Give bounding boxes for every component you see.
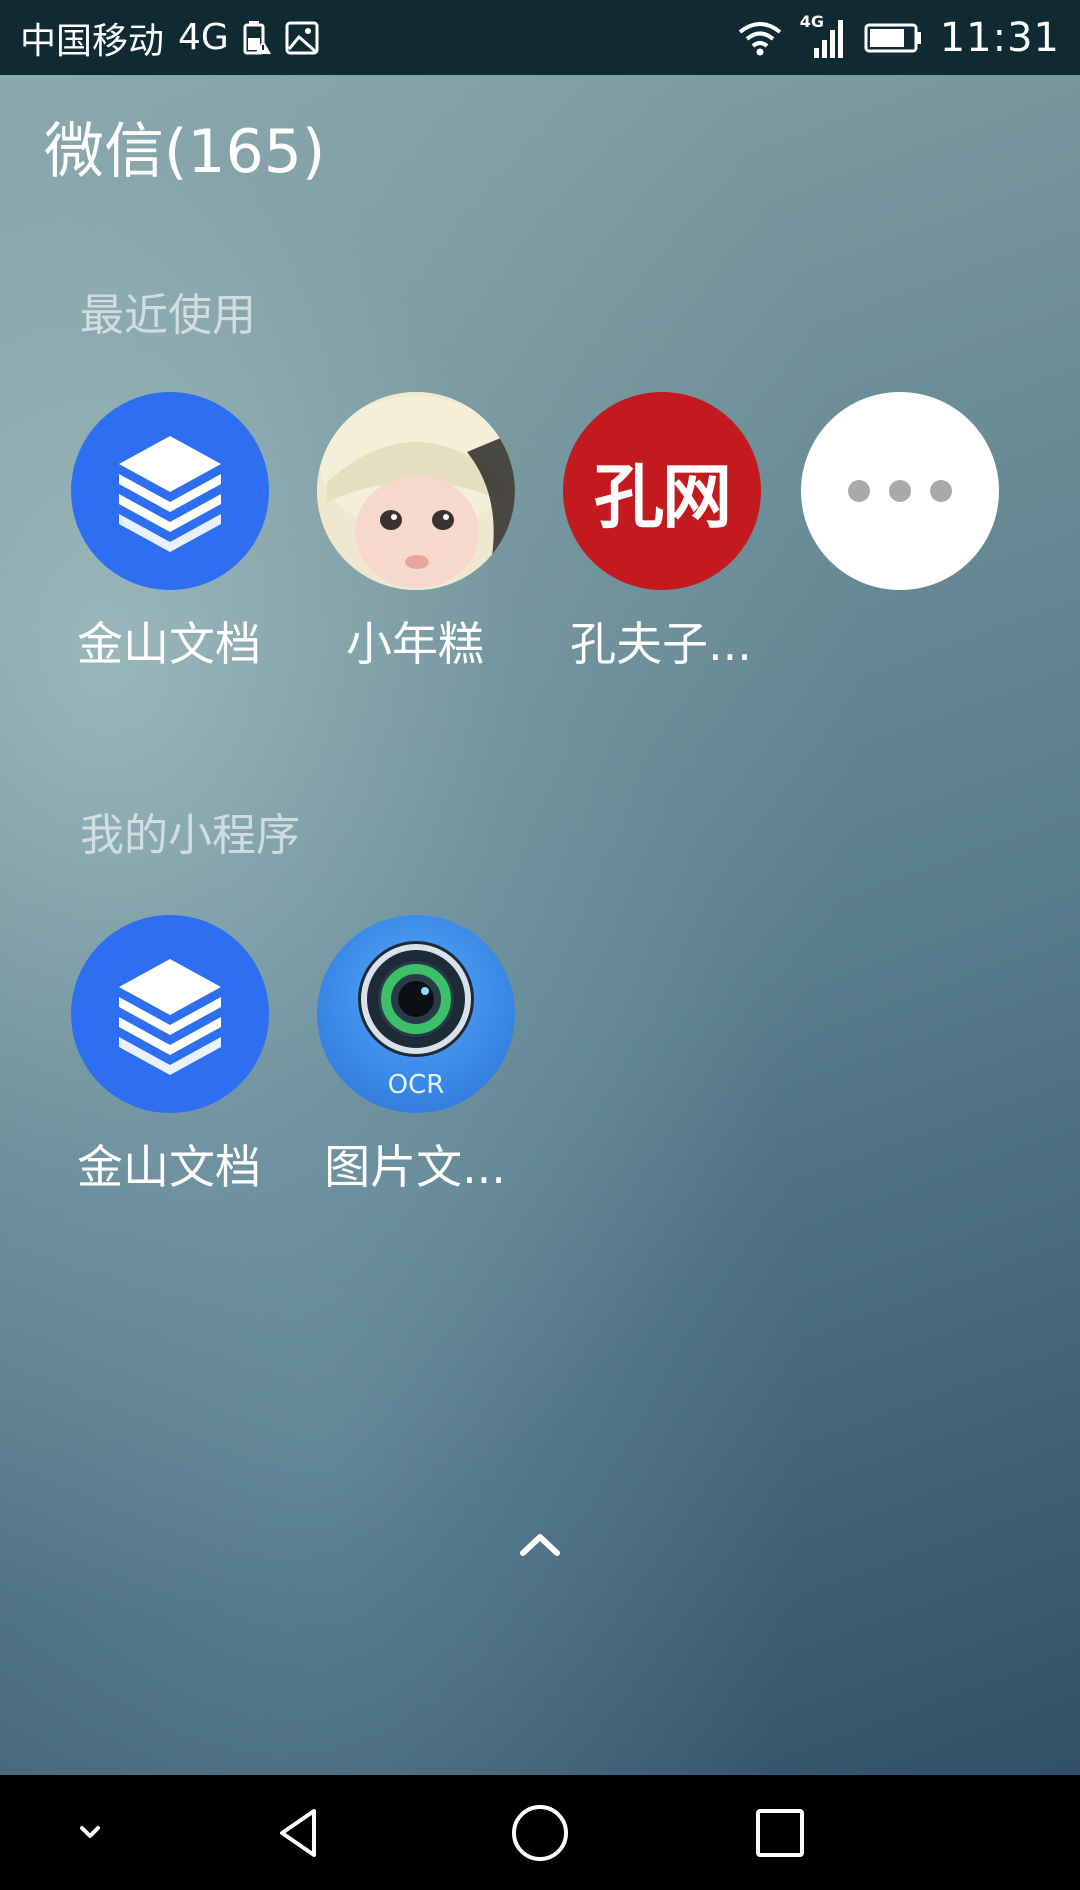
- signal-network-label: 4G: [799, 11, 824, 31]
- section-label-recent: 最近使用: [80, 290, 256, 341]
- hide-nav-icon: [80, 1825, 100, 1838]
- wifi-icon: [738, 20, 782, 56]
- status-left: 中国移动 4G: [20, 12, 319, 64]
- my-app-kingsoft-docs[interactable]: 金山文档: [46, 915, 292, 1215]
- app-label: 图片文...: [324, 1140, 506, 1194]
- home-icon: [512, 1804, 568, 1861]
- kongwang-logo-icon: 孔网: [563, 392, 761, 590]
- section-label-my-mini-programs: 我的小程序: [80, 810, 300, 861]
- app-label: 金山文档: [77, 617, 261, 671]
- navigation-bar: [0, 1775, 1080, 1890]
- my-app-image-ocr[interactable]: OCR 图片文...: [292, 915, 538, 1215]
- recent-app-kongfuzi[interactable]: 孔网 孔夫子...: [538, 392, 784, 692]
- more-button[interactable]: [776, 392, 1022, 692]
- kongwang-logo-text: 孔网: [594, 454, 732, 538]
- more-icon: [801, 392, 999, 590]
- baby-avatar-icon: [317, 392, 515, 590]
- home-button[interactable]: [490, 1775, 590, 1890]
- network-type: 4G: [178, 17, 229, 58]
- status-bar: 中国移动 4G 4G 11:31: [0, 0, 1080, 75]
- ocr-camera-icon: OCR: [317, 915, 515, 1113]
- clock: 11:31: [939, 14, 1060, 61]
- kingsoft-docs-icon: [71, 392, 269, 590]
- battery-warning-icon: [243, 20, 271, 56]
- back-button[interactable]: [250, 1775, 350, 1890]
- carrier-name: 中国移动: [20, 20, 165, 62]
- chevron-up-icon: [520, 1534, 560, 1556]
- collapse-panel-button[interactable]: [505, 1515, 575, 1571]
- hide-nav-button[interactable]: [40, 1775, 140, 1890]
- recents-icon: [756, 1808, 804, 1857]
- recents-button[interactable]: [730, 1775, 830, 1890]
- app-label: 孔夫子...: [570, 617, 752, 671]
- ocr-badge-text: OCR: [388, 1070, 445, 1100]
- app-label: 小年糕: [346, 617, 484, 671]
- app-label: 金山文档: [77, 1140, 261, 1194]
- back-icon: [280, 1808, 316, 1857]
- recent-app-xiaoniangao[interactable]: 小年糕: [292, 392, 538, 692]
- battery-icon: [864, 23, 922, 53]
- status-right: 4G 11:31: [738, 12, 1060, 61]
- recent-app-kingsoft-docs[interactable]: 金山文档: [46, 392, 292, 692]
- image-notification-icon: [285, 21, 319, 55]
- wechat-mini-program-panel: 中国移动 4G 4G 11:31 微信(165) 最近使用 金山文档 小年糕 孔…: [0, 0, 1080, 1890]
- cell-signal-icon: 4G: [800, 12, 846, 60]
- kingsoft-docs-icon: [71, 915, 269, 1113]
- page-title: 微信(165): [44, 117, 326, 187]
